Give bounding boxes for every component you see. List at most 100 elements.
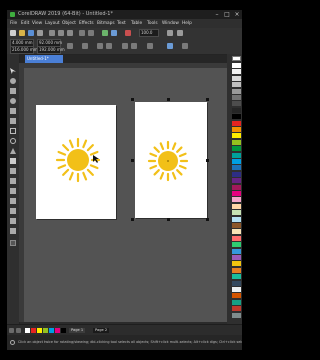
palette-swatch[interactable]	[232, 229, 241, 235]
connector-tool-icon[interactable]	[10, 178, 16, 184]
menu-file[interactable]: File	[10, 19, 17, 28]
sun-drawing-left[interactable]	[36, 105, 116, 219]
document-palette-swatch[interactable]	[43, 328, 48, 333]
page-tab-1[interactable]: Page 1	[69, 328, 86, 333]
document-tab[interactable]: Untitled-1*	[25, 55, 63, 63]
transparency-tool-icon[interactable]	[10, 198, 16, 204]
shape-tool-icon[interactable]	[10, 78, 16, 84]
mirror-vertical-icon[interactable]	[106, 43, 112, 49]
freehand-tool-icon[interactable]	[10, 108, 16, 114]
palette-swatch[interactable]	[232, 120, 241, 126]
palette-swatch[interactable]	[232, 248, 241, 254]
save-icon[interactable]	[28, 30, 34, 36]
no-fill-swatch[interactable]	[232, 56, 241, 61]
document-palette-swatch[interactable]	[61, 328, 66, 333]
palette-swatch[interactable]	[232, 267, 241, 273]
palette-swatch[interactable]	[232, 146, 241, 152]
lock-ratio-icon[interactable]	[67, 43, 73, 49]
selection-handle[interactable]	[131, 98, 134, 101]
menu-edit[interactable]: Edit	[21, 19, 29, 28]
palette-swatch[interactable]	[232, 159, 241, 164]
import-icon[interactable]	[102, 30, 108, 36]
selection-handle[interactable]	[206, 98, 209, 101]
palette-swatch[interactable]	[232, 107, 241, 113]
paste-icon[interactable]	[67, 30, 73, 36]
palette-swatch[interactable]	[232, 152, 241, 158]
palette-swatch[interactable]	[232, 171, 241, 177]
palette-swatch[interactable]	[232, 223, 241, 228]
sun-drawing-right[interactable]	[135, 102, 207, 218]
undo-icon[interactable]	[79, 30, 85, 36]
menu-help[interactable]: Help	[182, 19, 192, 28]
palette-swatch[interactable]	[232, 88, 241, 94]
minimize-icon[interactable]: –	[212, 10, 222, 19]
height-field[interactable]: 192.000 mm	[37, 46, 65, 54]
page-left[interactable]	[36, 105, 116, 219]
snap-to-icon[interactable]	[167, 30, 173, 36]
align-icon[interactable]	[147, 43, 153, 49]
page-tab-2[interactable]: Page 2	[93, 328, 110, 333]
artistic-media-tool-icon[interactable]	[10, 118, 16, 124]
menu-table[interactable]: Table	[131, 19, 142, 28]
palette-swatch[interactable]	[232, 216, 241, 222]
print-icon[interactable]	[37, 30, 43, 36]
palette-swatch[interactable]	[232, 242, 241, 248]
color-eyedropper-tool-icon[interactable]	[10, 208, 16, 214]
menu-window[interactable]: Window	[162, 19, 179, 28]
wireframe-icon[interactable]	[167, 43, 173, 49]
pick-tool-icon[interactable]	[10, 68, 16, 74]
palette-swatch[interactable]	[232, 178, 241, 184]
palette-swatch[interactable]	[232, 127, 241, 132]
palette-swatch[interactable]	[232, 210, 241, 216]
page-right[interactable]	[135, 102, 207, 218]
selection-handle[interactable]	[131, 218, 134, 221]
document-palette-swatch[interactable]	[31, 328, 36, 333]
previous-page-icon[interactable]	[16, 328, 21, 333]
add-tool-icon[interactable]	[10, 240, 16, 246]
palette-swatch[interactable]	[232, 306, 241, 312]
ungroup-icon[interactable]	[131, 43, 137, 49]
zoom-level-field[interactable]: 100.0	[139, 29, 159, 37]
palette-swatch[interactable]	[232, 114, 241, 120]
menu-text[interactable]: Text	[117, 19, 126, 28]
ellipse-tool-icon[interactable]	[10, 138, 16, 144]
publish-pdf-icon[interactable]	[125, 30, 131, 36]
palette-swatch[interactable]	[232, 191, 241, 196]
selection-handle[interactable]	[131, 159, 134, 162]
export-icon[interactable]	[111, 30, 117, 36]
text-tool-icon[interactable]	[10, 158, 16, 164]
palette-swatch[interactable]	[232, 165, 241, 171]
document-palette-swatch[interactable]	[25, 328, 30, 333]
palette-swatch[interactable]	[232, 274, 241, 280]
first-page-icon[interactable]	[9, 328, 14, 333]
palette-swatch[interactable]	[232, 203, 241, 209]
palette-swatch[interactable]	[232, 63, 241, 68]
maximize-icon[interactable]: □	[222, 10, 232, 19]
palette-swatch[interactable]	[232, 95, 241, 100]
palette-swatch[interactable]	[232, 133, 241, 139]
smart-fill-tool-icon[interactable]	[10, 228, 16, 234]
palette-swatch[interactable]	[232, 299, 241, 305]
palette-swatch[interactable]	[232, 184, 241, 190]
selection-handle[interactable]	[206, 159, 209, 162]
palette-swatch[interactable]	[232, 82, 241, 88]
selection-handle[interactable]	[167, 98, 170, 101]
palette-swatch[interactable]	[232, 287, 241, 292]
palette-swatch[interactable]	[232, 312, 241, 318]
group-icon[interactable]	[122, 43, 128, 49]
rectangle-tool-icon[interactable]	[10, 128, 16, 134]
to-front-icon[interactable]	[182, 43, 188, 49]
menu-view[interactable]: View	[32, 19, 42, 28]
drop-shadow-tool-icon[interactable]	[10, 188, 16, 194]
parallel-dimension-tool-icon[interactable]	[10, 168, 16, 174]
palette-swatch[interactable]	[232, 261, 241, 267]
open-icon[interactable]	[19, 30, 25, 36]
menu-effects[interactable]: Effects	[79, 19, 94, 28]
options-gear-icon[interactable]	[177, 30, 183, 36]
y-position-field[interactable]: 216.000 mm	[10, 46, 38, 54]
document-palette-swatch[interactable]	[37, 328, 42, 333]
document-palette-swatch[interactable]	[55, 328, 60, 333]
drawing-canvas[interactable]	[24, 68, 227, 322]
copy-icon[interactable]	[58, 30, 64, 36]
selection-handle[interactable]	[167, 218, 170, 221]
